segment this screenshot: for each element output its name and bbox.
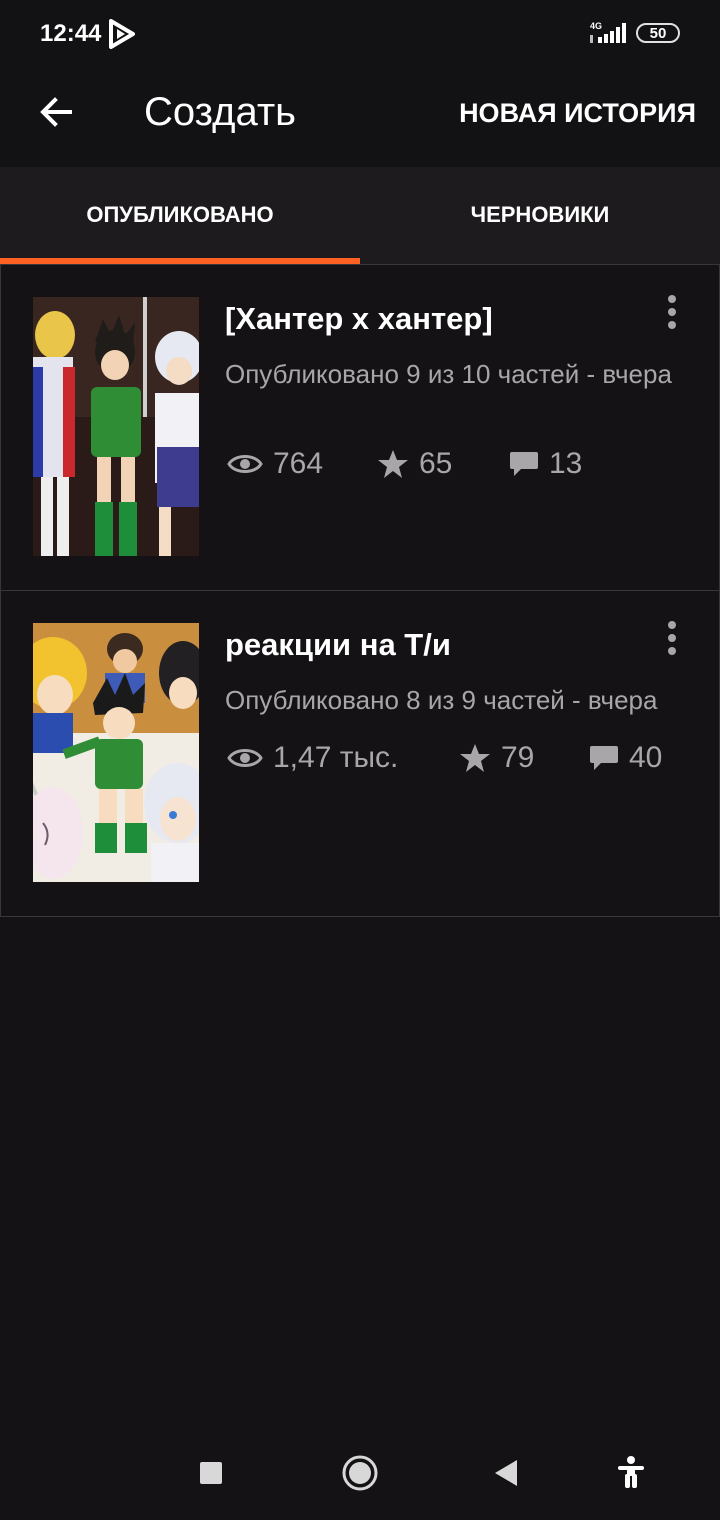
story-publish-status: Опубликовано 8 из 9 частей - вчера	[225, 685, 658, 715]
story-card[interactable]: [Хантер х хантер] Опубликовано 9 из 10 ч…	[0, 264, 720, 591]
more-options-button[interactable]	[657, 619, 687, 659]
new-story-button[interactable]: НОВАЯ ИСТОРИЯ	[459, 98, 696, 129]
story-cover-image	[33, 623, 199, 882]
tab-published[interactable]: ОПУБЛИКОВАНО	[0, 167, 360, 264]
accessibility-icon	[618, 1456, 644, 1488]
story-card[interactable]: реакции на Т/и Опубликовано 8 из 9 часте…	[0, 590, 720, 917]
recents-button[interactable]	[199, 1461, 223, 1490]
views-stat: 764	[227, 447, 323, 481]
comment-icon	[510, 452, 538, 476]
system-nav-bar	[0, 1430, 720, 1520]
home-button[interactable]	[341, 1454, 379, 1497]
system-back-button[interactable]	[493, 1458, 519, 1493]
views-count: 764	[273, 447, 324, 480]
tab-bar: ОПУБЛИКОВАНО ЧЕРНОВИКИ	[0, 167, 720, 265]
views-stat: 1,47 тыс.	[227, 741, 398, 775]
story-title: реакции на Т/и	[225, 627, 451, 662]
story-cover-image	[33, 297, 199, 556]
arrow-left-icon	[40, 97, 72, 127]
square-recents-icon	[200, 1462, 222, 1484]
battery-indicator: 50	[636, 23, 680, 43]
views-count: 1,47 тыс.	[273, 741, 399, 774]
star-icon	[460, 744, 490, 772]
back-button[interactable]	[36, 92, 76, 132]
app-bar: Создать НОВАЯ ИСТОРИЯ	[0, 70, 720, 167]
circle-home-icon	[342, 1455, 378, 1491]
story-title: [Хантер х хантер]	[225, 301, 493, 336]
network-label: 4G	[590, 21, 602, 31]
eye-icon	[227, 749, 263, 767]
tab-drafts[interactable]: ЧЕРНОВИКИ	[360, 167, 720, 264]
page-title: Создать	[144, 90, 297, 134]
comments-count: 13	[549, 447, 583, 480]
more-vertical-icon	[668, 621, 676, 655]
status-time: 12:44	[40, 20, 102, 47]
more-vertical-icon	[668, 295, 676, 329]
comments-stat: 13	[509, 447, 582, 481]
more-options-button[interactable]	[657, 293, 687, 333]
votes-count: 79	[501, 741, 535, 774]
signal-icon: 4G	[588, 20, 628, 51]
comment-icon	[590, 746, 618, 770]
triangle-back-icon	[495, 1460, 517, 1486]
star-icon	[378, 450, 408, 478]
play-app-icon	[108, 19, 136, 54]
story-publish-status: Опубликовано 9 из 10 частей - вчера	[225, 359, 672, 389]
comments-count: 40	[629, 741, 663, 774]
accessibility-button[interactable]	[616, 1456, 646, 1493]
comments-stat: 40	[589, 741, 662, 775]
votes-stat: 79	[459, 741, 534, 775]
votes-stat: 65	[377, 447, 452, 481]
eye-icon	[227, 455, 263, 473]
votes-count: 65	[419, 447, 453, 480]
status-bar: 12:44 4G 50	[0, 0, 720, 70]
